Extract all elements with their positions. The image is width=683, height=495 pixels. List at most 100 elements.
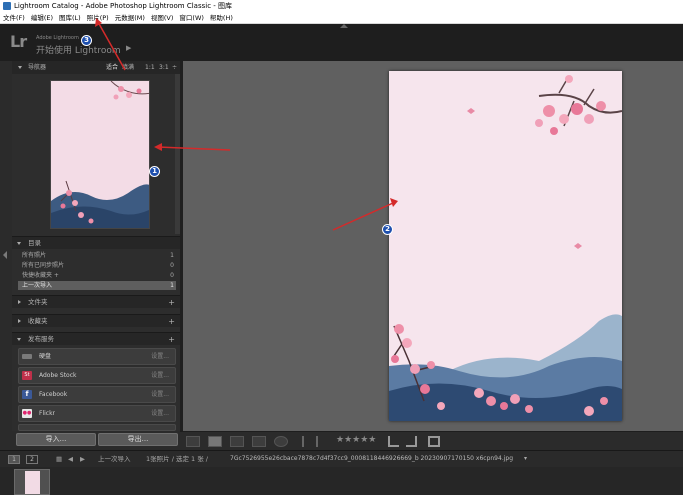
collections-title: 收藏夹 — [28, 317, 48, 325]
flag-pick-icon[interactable] — [302, 436, 311, 447]
catalog-row-count: 1 — [170, 252, 174, 259]
catalog-row-synced[interactable]: 所有已同步照片 0 — [18, 261, 176, 270]
collections-header[interactable]: 收藏夹 + — [12, 314, 180, 327]
secondary-window-2-button[interactable]: 2 — [26, 455, 38, 464]
flickr-icon: ●● — [22, 409, 32, 418]
navigator-header[interactable]: 导航器 适合 填满 1:1 3:1 ÷ — [12, 61, 180, 74]
annotation-marker-2: 2 — [382, 224, 393, 235]
add-folder-icon[interactable]: + — [168, 296, 175, 309]
get-started-arrow-icon[interactable]: ▶ — [126, 44, 131, 52]
star-rating[interactable]: ★★★★★ — [336, 435, 376, 445]
service-label: 硬盘 — [39, 353, 52, 360]
identity-plate: Lr Adobe Lightroom 开始使用 Lightroom ▶ — [0, 24, 683, 61]
catalog-row-quick-collection[interactable]: 快捷收藏夹 + 0 — [18, 271, 176, 280]
catalog-row-label: 上一次导入 — [22, 282, 53, 289]
collapse-triangle-icon[interactable] — [17, 242, 21, 245]
expand-triangle-icon[interactable] — [18, 319, 21, 323]
people-view-icon[interactable] — [274, 436, 288, 447]
publish-services-title: 发布服务 — [28, 335, 54, 343]
service-setup-link[interactable]: 设置... — [151, 406, 169, 421]
folders-title: 文件夹 — [28, 298, 48, 306]
publish-service-more[interactable] — [18, 424, 176, 431]
grid-small-icon[interactable]: ▦ — [56, 451, 62, 467]
catalog-row-label: 所有照片 — [22, 252, 47, 259]
zoom-fill[interactable]: 填满 — [122, 61, 134, 74]
adobe-stock-icon: St — [22, 371, 32, 380]
left-panel-toggle-icon[interactable] — [3, 251, 7, 259]
publish-service-flickr[interactable]: ●● Flickr 设置... — [18, 405, 176, 422]
publish-service-adobe-stock[interactable]: St Adobe Stock 设置... — [18, 367, 176, 384]
filmstrip-bar: 1 2 ▦ ◀ ▶ 上一次导入 1张照片 / 选定 1 张 / 7Gc75269… — [0, 450, 683, 467]
filmstrip-source[interactable]: 上一次导入 — [98, 451, 131, 467]
facebook-icon: f — [22, 390, 32, 399]
top-panel-toggle-icon[interactable] — [340, 24, 348, 28]
catalog-row-previous-import[interactable]: 上一次导入 1 — [18, 281, 176, 290]
service-setup-link[interactable]: 设置... — [151, 368, 169, 383]
hard-drive-icon — [22, 354, 32, 359]
main-photo-image — [389, 71, 622, 421]
add-collection-icon[interactable]: + — [168, 315, 175, 328]
grid-view-icon[interactable] — [186, 436, 200, 447]
filmstrip-thumbnail[interactable] — [14, 469, 50, 495]
catalog-row-label: 所有已同步照片 — [22, 262, 65, 269]
publish-service-facebook[interactable]: f Facebook 设置... — [18, 386, 176, 403]
window-title-bar: Lightroom Catalog - Adobe Photoshop Ligh… — [0, 0, 683, 12]
compare-view-icon[interactable] — [230, 436, 244, 447]
service-label: Flickr — [39, 410, 56, 417]
filename-dropdown-icon[interactable]: ▾ — [524, 451, 527, 467]
catalog-row-all-photos[interactable]: 所有照片 1 — [18, 251, 176, 260]
main-photo[interactable] — [389, 71, 622, 421]
service-label: Facebook — [39, 391, 68, 398]
navigator-preview[interactable] — [50, 80, 150, 229]
crop-overlay-icon[interactable] — [428, 436, 440, 447]
import-button[interactable]: 导入... — [16, 433, 96, 446]
rotate-right-icon[interactable] — [406, 436, 417, 447]
back-arrow-icon[interactable]: ◀ — [68, 451, 73, 467]
publish-services-header[interactable]: 发布服务 + — [12, 332, 180, 345]
menu-library[interactable]: 图库(L) — [56, 12, 84, 24]
add-publish-service-icon[interactable]: + — [168, 333, 175, 346]
service-label: Adobe Stock — [39, 372, 77, 379]
zoom-more[interactable]: ÷ — [172, 61, 177, 74]
thumbnail-image — [25, 471, 40, 494]
zoom-fit[interactable]: 适合 — [106, 61, 118, 74]
menu-window[interactable]: 窗口(W) — [176, 12, 207, 24]
folders-header[interactable]: 文件夹 + — [12, 295, 180, 308]
loupe-view-icon[interactable] — [208, 436, 222, 447]
catalog-title: 目录 — [28, 239, 41, 247]
toolbar: ★★★★★ — [180, 431, 683, 450]
collapse-triangle-icon[interactable] — [18, 66, 22, 69]
zoom-1-1[interactable]: 1:1 — [145, 61, 155, 74]
lightroom-app-icon — [3, 2, 11, 10]
menu-edit[interactable]: 编辑(E) — [28, 12, 56, 24]
window-title: Lightroom Catalog - Adobe Photoshop Ligh… — [14, 2, 233, 10]
publish-service-hard-drive[interactable]: 硬盘 设置... — [18, 348, 176, 365]
survey-view-icon[interactable] — [252, 436, 266, 447]
service-setup-link[interactable]: 设置... — [151, 387, 169, 402]
collapse-triangle-icon[interactable] — [17, 338, 21, 341]
get-started-label[interactable]: 开始使用 Lightroom — [36, 43, 121, 56]
menu-view[interactable]: 视图(V) — [148, 12, 177, 24]
forward-arrow-icon[interactable]: ▶ — [80, 451, 85, 467]
filmstrip-filename[interactable]: 7Gc7526955e26cbace7878c7d4f37cc9_0008118… — [230, 451, 513, 467]
catalog-row-label: 快捷收藏夹 + — [22, 272, 59, 279]
loupe-view[interactable] — [183, 61, 683, 431]
filmstrip-count: 1张照片 / 选定 1 张 / — [146, 455, 208, 463]
catalog-header[interactable]: 目录 — [12, 236, 180, 249]
menu-metadata[interactable]: 元数据(M) — [112, 12, 148, 24]
left-panel-edge[interactable] — [0, 61, 12, 450]
export-button[interactable]: 导出... — [98, 433, 178, 446]
menu-file[interactable]: 文件(F) — [0, 12, 28, 24]
navigator-preview-image — [51, 81, 149, 228]
service-setup-link[interactable]: 设置... — [151, 349, 169, 364]
rotate-left-icon[interactable] — [388, 436, 399, 447]
flag-reject-icon[interactable] — [316, 436, 325, 447]
catalog-row-count: 1 — [170, 282, 174, 289]
menu-photo[interactable]: 照片(P) — [84, 12, 112, 24]
lr-logo: Lr — [10, 32, 27, 51]
expand-triangle-icon[interactable] — [18, 300, 21, 304]
secondary-window-1-button[interactable]: 1 — [8, 455, 20, 464]
zoom-3-1[interactable]: 3:1 — [159, 61, 169, 74]
menu-help[interactable]: 帮助(H) — [207, 12, 236, 24]
filmstrip — [0, 467, 683, 495]
